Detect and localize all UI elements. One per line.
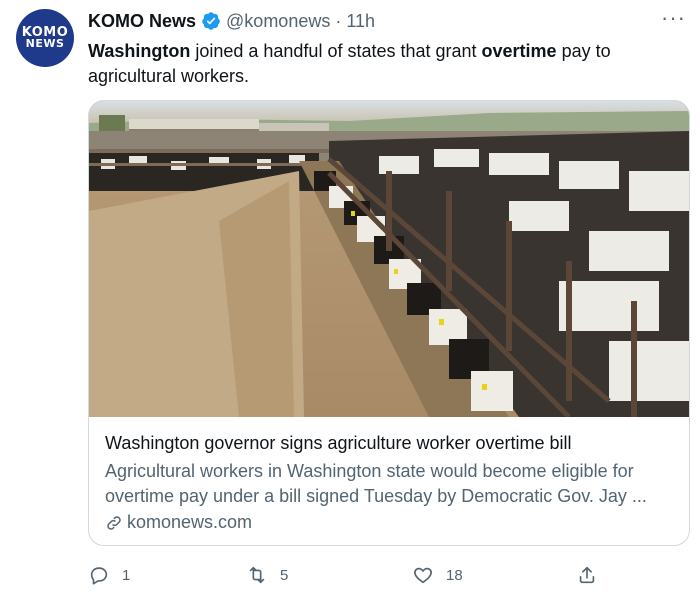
card-title[interactable]: Washington governor signs agriculture wo… (105, 433, 572, 454)
avatar[interactable]: KOMO NEWS (16, 9, 74, 67)
author-handle[interactable]: @komonews (226, 11, 330, 32)
share-icon (579, 566, 595, 584)
tweet-time[interactable]: 11h (346, 11, 375, 32)
tweet-actions: 1 5 18 (88, 564, 608, 588)
retweet-icon (249, 566, 265, 584)
reply-button[interactable]: 1 (88, 564, 130, 586)
card-image[interactable] (89, 101, 689, 417)
link-icon (107, 515, 121, 530)
retweet-button[interactable]: 5 (246, 564, 288, 586)
reply-icon (90, 567, 108, 585)
share-button[interactable] (576, 564, 598, 586)
card-domain-text: komonews.com (127, 512, 253, 532)
more-options-icon[interactable]: ··· (661, 7, 686, 29)
tweet-header: KOMO News @komonews · 11h (88, 8, 375, 34)
tweet-text-bold-washington: Washington (88, 41, 191, 61)
like-icon (414, 567, 432, 584)
link-card[interactable]: Washington governor signs agriculture wo… (88, 100, 690, 546)
tweet-text-middle: joined a handful of states that grant (190, 41, 482, 61)
card-description: Agricultural workers in Washington state… (105, 461, 647, 506)
tweet-text-bold-overtime: overtime (481, 41, 557, 61)
verified-badge-icon (201, 11, 221, 31)
avatar-text-line2: NEWS (25, 36, 65, 50)
author-name[interactable]: KOMO News (88, 11, 196, 32)
tweet-text: Washington joined a handful of states th… (88, 39, 678, 89)
reply-count: 1 (122, 566, 131, 584)
header-separator: · (335, 10, 342, 31)
like-button[interactable]: 18 (412, 564, 463, 586)
card-domain[interactable]: komonews.com (105, 512, 252, 533)
retweet-count: 5 (280, 566, 289, 584)
like-count: 18 (446, 566, 463, 584)
